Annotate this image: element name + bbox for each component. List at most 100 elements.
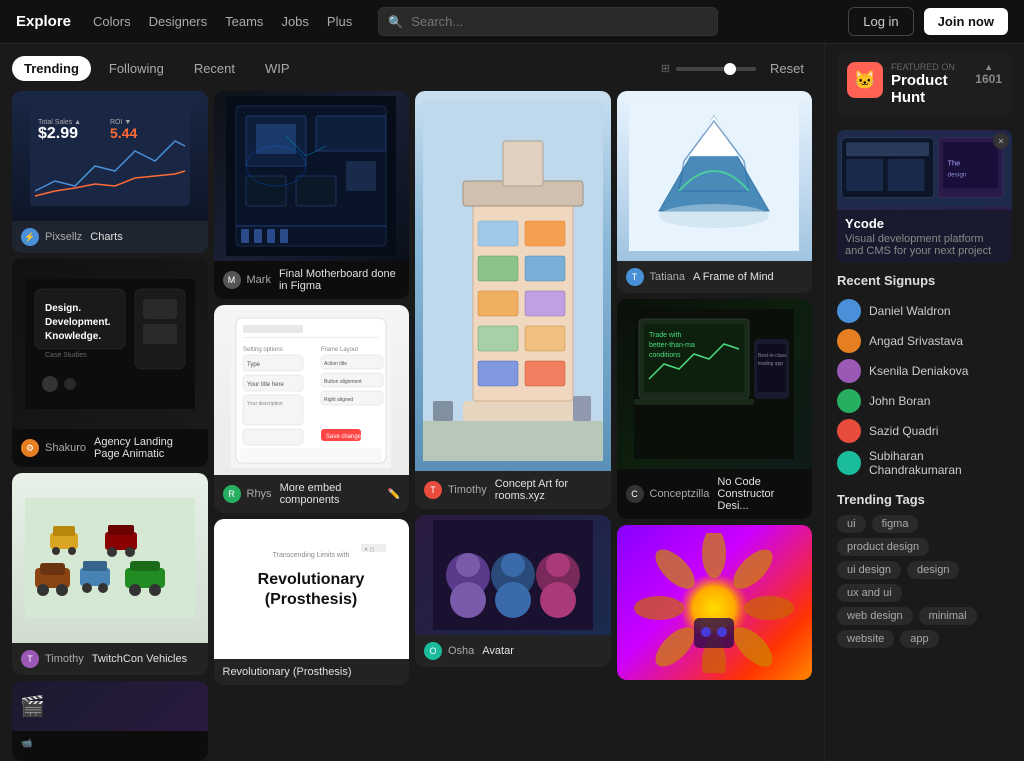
ph-cat-icon: 🐱 <box>854 70 876 91</box>
featured-info: FEATURED ON Product Hunt <box>891 62 967 106</box>
close-icon[interactable]: ✕ <box>993 133 1009 149</box>
trending-tags-section: Trending Tags ui figma product design ui… <box>837 492 1012 648</box>
tag-ui[interactable]: ui <box>837 515 866 533</box>
card-mountain[interactable]: T Tatiana A Frame of Mind <box>617 91 813 293</box>
card-info-motherboard: M Mark Final Motherboard done in Figma <box>214 261 410 299</box>
card-bottom-1[interactable]: 🎬 📹 <box>12 681 208 761</box>
tag-web-design[interactable]: web design <box>837 607 913 625</box>
svg-text:Development.: Development. <box>45 317 111 328</box>
card-prosthesis[interactable]: Transcending Limits with Revolutionary (… <box>214 519 410 685</box>
signup-avatar-5 <box>837 451 861 475</box>
tab-recent[interactable]: Recent <box>182 56 247 81</box>
card-embed[interactable]: Setting options Frame Layout Type Your t… <box>214 305 410 513</box>
signup-name-1: Angad Srivastava <box>869 334 963 348</box>
avatar-timothy: T <box>424 481 442 499</box>
signup-item-5[interactable]: Subiharan Chandrakumaran <box>837 446 1012 480</box>
signup-item-2[interactable]: Ksenila Deniakova <box>837 356 1012 386</box>
author-timothy: Timothy <box>448 484 487 496</box>
svg-text:Save changes: Save changes <box>326 434 364 440</box>
avatar-rhys: R <box>223 485 241 503</box>
tags-row-1: ui figma <box>837 515 1012 533</box>
signup-item-0[interactable]: Daniel Waldron <box>837 296 1012 326</box>
signup-name-0: Daniel Waldron <box>869 304 951 318</box>
signup-item-3[interactable]: John Boran <box>837 386 1012 416</box>
featured-count-container: ▲ 1601 <box>975 62 1002 86</box>
login-button[interactable]: Log in <box>848 7 913 36</box>
card-info-avatars: O Osha Avatar <box>415 635 611 667</box>
nav-jobs[interactable]: Jobs <box>281 14 308 29</box>
svg-text:Best-in-class: Best-in-class <box>758 353 787 359</box>
tag-website[interactable]: website <box>837 630 894 648</box>
featured-title: Product Hunt <box>891 72 967 106</box>
agency-svg: Design. Development. Knowledge. Case Stu… <box>25 279 195 409</box>
svg-text:Your description: Your description <box>247 401 283 407</box>
signups-list: Daniel Waldron Angad Srivastava Ksenila … <box>837 296 1012 480</box>
column-slider[interactable] <box>676 67 756 71</box>
nav-teams[interactable]: Teams <box>225 14 263 29</box>
join-button[interactable]: Join now <box>924 8 1008 35</box>
card-agency[interactable]: Design. Development. Knowledge. Case Stu… <box>12 259 208 467</box>
svg-text:Right aligned: Right aligned <box>324 397 353 403</box>
navbar: Explore Colors Designers Teams Jobs Plus… <box>0 0 1024 44</box>
tab-trending[interactable]: Trending <box>12 56 91 81</box>
card-vehicles[interactable]: T Timothy TwitchCon Vehicles <box>12 473 208 675</box>
author-conceptzilla: Conceptzilla <box>650 488 710 500</box>
card-charts[interactable]: Total Sales ▲ $2.99 ROI ▼ 5.44 ⚡ Pixsell… <box>12 91 208 253</box>
card-image-prosthesis: Transcending Limits with Revolutionary (… <box>214 519 410 659</box>
featured-block[interactable]: 🐱 FEATURED ON Product Hunt ▲ 1601 <box>837 52 1012 116</box>
tag-figma[interactable]: figma <box>872 515 919 533</box>
signup-name-4: Sazid Quadri <box>869 424 938 438</box>
title-vehicles: TwitchCon Vehicles <box>92 653 187 665</box>
card-info-charts: ⚡ Pixsellz Charts <box>12 221 208 253</box>
card-purple[interactable] <box>617 525 813 680</box>
nav-colors[interactable]: Colors <box>93 14 131 29</box>
ph-badge: 🐱 <box>847 62 883 98</box>
ycode-preview-image: The design ✕ <box>837 130 1012 210</box>
signup-item-1[interactable]: Angad Srivastava <box>837 326 1012 356</box>
card-building[interactable]: T Timothy Concept Art for rooms.xyz <box>415 91 611 509</box>
card-info-prosthesis: Revolutionary (Prosthesis) <box>214 659 410 685</box>
author-pixsellz: Pixsellz <box>45 231 82 243</box>
tag-app[interactable]: app <box>900 630 938 648</box>
card-motherboard[interactable]: M Mark Final Motherboard done in Figma <box>214 91 410 299</box>
chart-svg: Total Sales ▲ $2.99 ROI ▼ 5.44 <box>30 106 190 206</box>
card-image-mountain <box>617 91 813 261</box>
avatars-svg <box>433 520 593 630</box>
vehicles-svg <box>25 498 195 618</box>
author-osha: Osha <box>448 645 474 657</box>
card-info-agency: ⚙ Shakuro Agency Landing Page Animatic <box>12 429 208 467</box>
card-image-purple <box>617 525 813 680</box>
card-trading[interactable]: Trade with better-than-ma conditions Bes… <box>617 299 813 519</box>
tag-ui-design[interactable]: ui design <box>837 561 901 579</box>
card-avatars[interactable]: O Osha Avatar <box>415 515 611 667</box>
tag-design[interactable]: design <box>907 561 959 579</box>
tab-wip[interactable]: WIP <box>253 56 302 81</box>
nav-logo[interactable]: Explore <box>16 13 71 30</box>
ycode-desc: Visual development platform and CMS for … <box>845 233 1004 257</box>
svg-text:Transcending Limits with: Transcending Limits with <box>273 552 350 559</box>
reset-button[interactable]: Reset <box>762 57 812 80</box>
prosthesis-svg: Transcending Limits with Revolutionary (… <box>231 539 391 639</box>
slider-container: ⊞ <box>661 62 756 75</box>
nav-designers[interactable]: Designers <box>149 14 208 29</box>
tag-minimal[interactable]: minimal <box>919 607 977 625</box>
signup-avatar-2 <box>837 359 861 383</box>
tag-ux-ui[interactable]: ux and ui <box>837 584 902 602</box>
signup-item-4[interactable]: Sazid Quadri <box>837 416 1012 446</box>
signup-avatar-1 <box>837 329 861 353</box>
search-input[interactable] <box>378 7 718 36</box>
svg-text:The: The <box>948 158 961 167</box>
ycode-title: Ycode <box>845 216 1004 231</box>
grid-col-2: M Mark Final Motherboard done in Figma <box>214 91 410 761</box>
card-info-embed: R Rhys More embed components ✏️ <box>214 475 410 513</box>
featured-count: 1601 <box>975 72 1002 86</box>
ycode-preview[interactable]: The design ✕ Ycode Visual development pl… <box>837 130 1012 263</box>
card-info-trading: C Conceptzilla No Code Constructor Desi.… <box>617 469 813 519</box>
avatar-osha: O <box>424 642 442 660</box>
title-mountain: A Frame of Mind <box>693 271 774 283</box>
tag-product-design[interactable]: product design <box>837 538 929 556</box>
nav-plus[interactable]: Plus <box>327 14 352 29</box>
svg-text:Type: Type <box>247 362 261 368</box>
mountain-svg <box>629 101 799 251</box>
tab-following[interactable]: Following <box>97 56 176 81</box>
